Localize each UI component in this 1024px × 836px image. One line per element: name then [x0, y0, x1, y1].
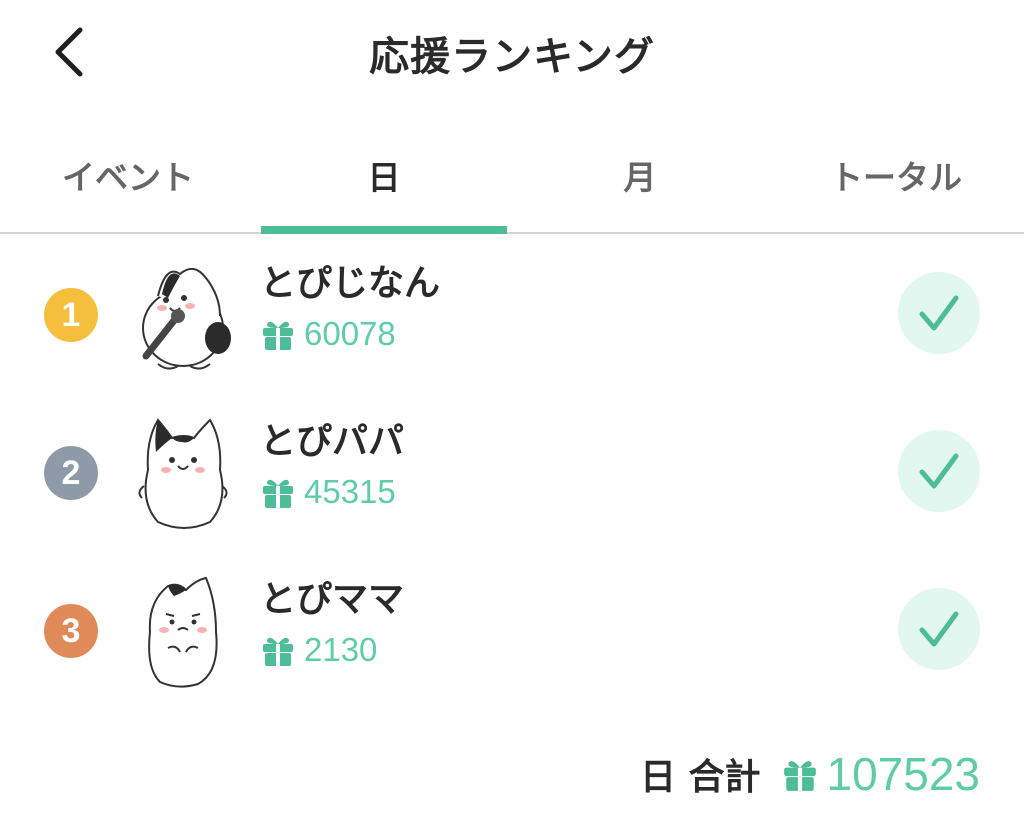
ranking-row[interactable]: 3 とぴママ 2130: [0, 550, 1024, 708]
tab-total[interactable]: トータル: [768, 118, 1024, 232]
gift-icon: [263, 637, 293, 666]
tab-day[interactable]: 日: [256, 118, 512, 232]
user-name: とぴママ: [260, 579, 405, 620]
ranking-row[interactable]: 2 とぴパパ 45315: [0, 392, 1024, 550]
score-value: 2130: [304, 631, 378, 668]
user-name: とぴパパ: [260, 421, 405, 462]
check-icon: [919, 295, 959, 331]
score-value: 60078: [304, 315, 396, 352]
user-name: とぴじなん: [260, 263, 441, 304]
ranking-row[interactable]: 1 とぴじなん 60078: [0, 234, 1024, 392]
active-tab-indicator: [261, 226, 507, 234]
cat-worried-avatar: [148, 576, 218, 688]
check-icon: [919, 453, 959, 489]
tab-event[interactable]: イベント: [0, 118, 256, 232]
page-title: 応援ランキング: [369, 34, 655, 80]
gift-icon: [263, 321, 293, 350]
gift-score: 45315: [260, 472, 396, 512]
gift-icon: [783, 761, 816, 791]
support-check-button[interactable]: [898, 430, 980, 512]
check-icon: [919, 611, 959, 647]
rank-badge-2: 2: [44, 446, 98, 500]
total-value: 107523: [826, 748, 981, 800]
daily-total: 日 合計 107523: [0, 744, 980, 804]
header-bar: 応援ランキング: [0, 0, 1024, 110]
cat-standing-avatar: [138, 418, 228, 529]
gift-icon: [263, 479, 293, 508]
cat-singing-avatar: [142, 267, 231, 370]
support-check-button[interactable]: [898, 272, 980, 354]
total-label: 日 合計: [639, 757, 761, 798]
score-value: 45315: [304, 473, 396, 510]
rank-badge-3: 3: [44, 604, 98, 658]
rank-badge-1: 1: [44, 288, 98, 342]
support-check-button[interactable]: [898, 588, 980, 670]
tab-month[interactable]: 月: [512, 118, 768, 232]
period-tabs: イベント 日 月 トータル: [0, 118, 1024, 234]
gift-score: 60078: [260, 314, 396, 354]
gift-score: 2130: [260, 630, 377, 670]
